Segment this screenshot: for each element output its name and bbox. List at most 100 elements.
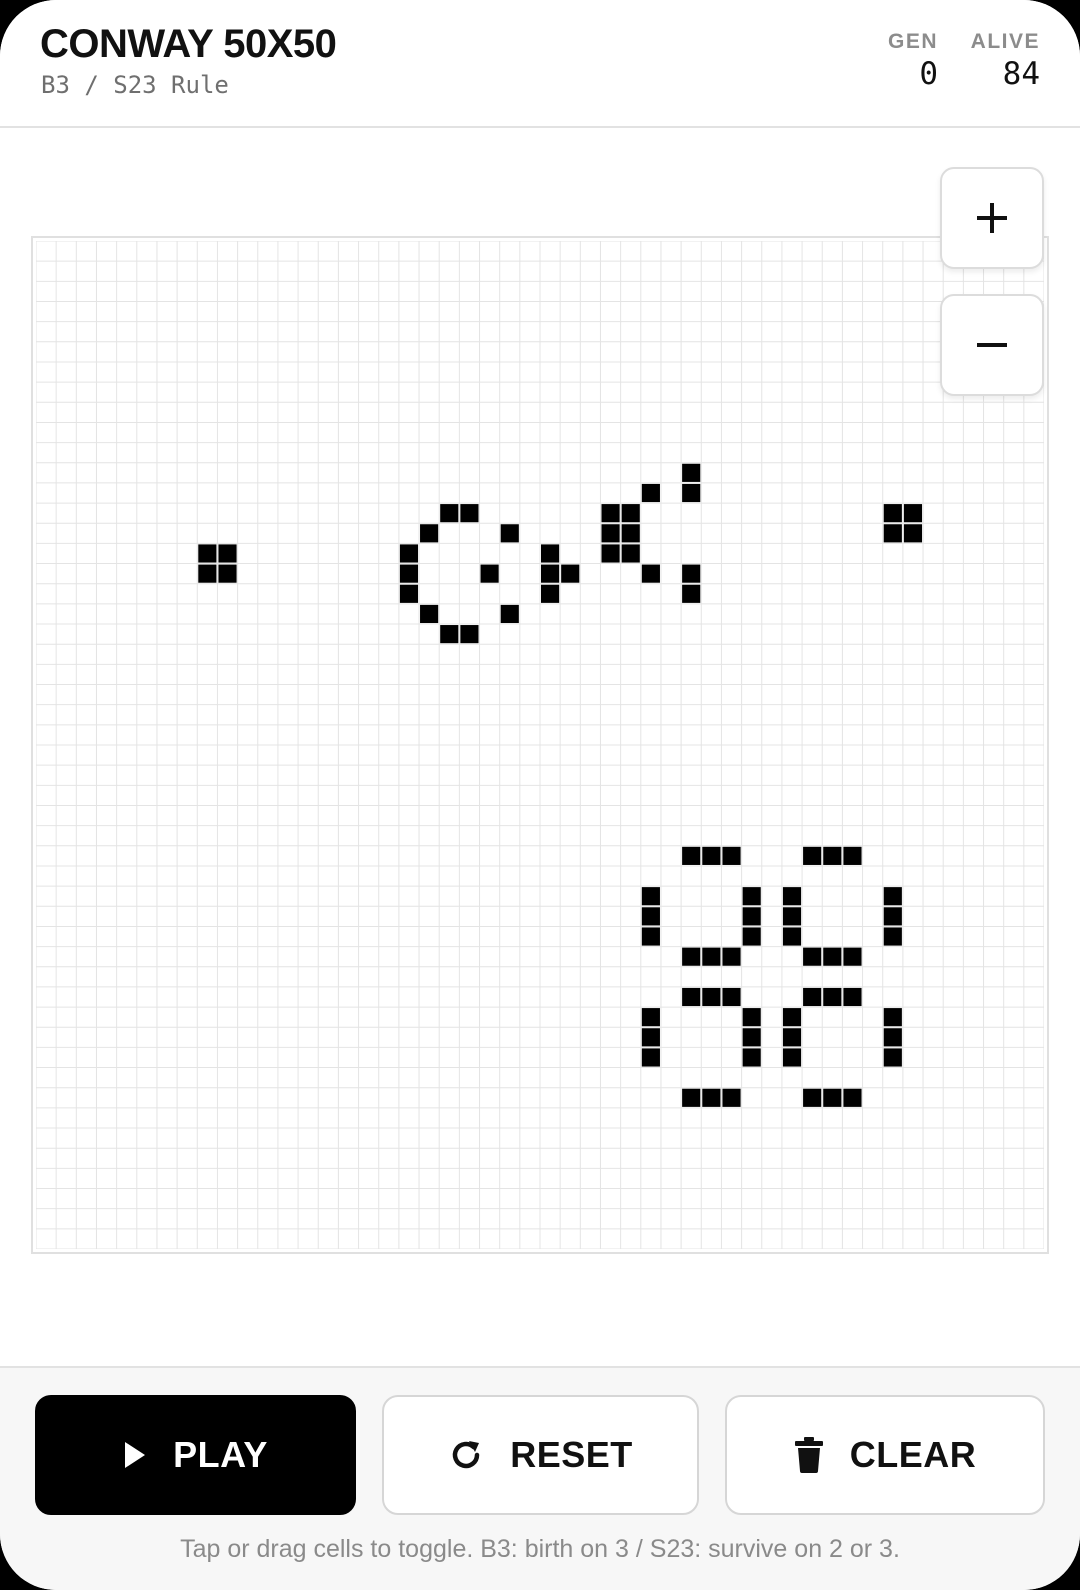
live-cell[interactable] — [722, 947, 741, 966]
live-cell[interactable] — [420, 604, 439, 624]
live-cell[interactable] — [903, 524, 923, 543]
live-cell[interactable] — [843, 846, 862, 865]
live-cell[interactable] — [460, 625, 479, 644]
live-cell[interactable] — [641, 1008, 660, 1027]
live-cell[interactable] — [500, 524, 519, 543]
live-cell[interactable] — [742, 927, 761, 946]
live-cell[interactable] — [621, 544, 640, 563]
live-cell[interactable] — [843, 947, 862, 966]
live-cell[interactable] — [702, 987, 721, 1007]
live-cell[interactable] — [742, 1048, 761, 1067]
live-cell[interactable] — [541, 544, 560, 563]
live-cell[interactable] — [883, 907, 902, 926]
live-cell[interactable] — [621, 504, 640, 523]
live-cell[interactable] — [399, 564, 419, 583]
live-cell[interactable] — [500, 604, 519, 624]
live-cell[interactable] — [440, 625, 459, 644]
live-cell[interactable] — [641, 927, 660, 946]
live-cell[interactable] — [883, 887, 902, 906]
live-cell[interactable] — [742, 1008, 761, 1027]
live-cell[interactable] — [641, 564, 660, 583]
live-cell[interactable] — [420, 524, 439, 543]
live-cell[interactable] — [843, 987, 862, 1007]
live-cell[interactable] — [641, 1028, 660, 1047]
live-cell[interactable] — [782, 887, 802, 906]
live-cell[interactable] — [601, 524, 620, 543]
play-button[interactable]: PLAY — [35, 1395, 356, 1515]
clear-label: CLEAR — [849, 1434, 977, 1475]
live-cell[interactable] — [541, 584, 560, 603]
live-cell[interactable] — [742, 1028, 761, 1047]
generation-label: GEN — [887, 30, 938, 53]
live-cell[interactable] — [440, 504, 459, 523]
zoom-out-button[interactable] — [940, 294, 1044, 396]
live-cell[interactable] — [823, 987, 842, 1007]
live-cell[interactable] — [782, 907, 802, 926]
live-cell[interactable] — [682, 564, 701, 583]
live-cell[interactable] — [682, 846, 701, 865]
live-cell[interactable] — [561, 564, 580, 583]
live-cell[interactable] — [782, 1028, 802, 1047]
live-cell[interactable] — [702, 947, 721, 966]
live-cell[interactable] — [722, 987, 741, 1007]
reset-button[interactable]: RESET — [382, 1395, 699, 1515]
live-cell[interactable] — [641, 1048, 660, 1067]
live-cell[interactable] — [803, 947, 822, 966]
live-cell[interactable] — [803, 987, 822, 1007]
live-cell[interactable] — [198, 544, 217, 563]
live-cell[interactable] — [702, 846, 721, 865]
reset-label: RESET — [510, 1434, 633, 1475]
live-cell[interactable] — [480, 564, 499, 583]
header: CONWAY 50X50 B3 / S23 Rule GEN 0 ALIVE 8… — [0, 0, 1080, 128]
live-cell[interactable] — [823, 846, 842, 865]
live-cell[interactable] — [883, 524, 902, 543]
alive-stat: ALIVE 84 — [971, 30, 1040, 92]
live-cell[interactable] — [823, 1088, 842, 1107]
cell-grid[interactable] — [36, 241, 1044, 1249]
live-cell[interactable] — [621, 524, 640, 543]
live-cell[interactable] — [399, 544, 419, 563]
live-cell[interactable] — [682, 584, 701, 603]
live-cell[interactable] — [782, 1008, 802, 1027]
live-cell[interactable] — [601, 544, 620, 563]
live-cell[interactable] — [641, 483, 660, 503]
live-cell[interactable] — [803, 846, 822, 865]
live-cell[interactable] — [682, 463, 701, 482]
game-board[interactable] — [31, 236, 1049, 1254]
live-cell[interactable] — [823, 947, 842, 966]
live-cell[interactable] — [399, 584, 419, 603]
live-cell[interactable] — [742, 887, 761, 906]
live-cell[interactable] — [883, 927, 902, 946]
live-cell[interactable] — [903, 504, 923, 523]
live-cell[interactable] — [702, 1088, 721, 1107]
live-cell[interactable] — [541, 564, 560, 583]
live-cell[interactable] — [682, 947, 701, 966]
live-cell[interactable] — [782, 1048, 802, 1067]
live-cell[interactable] — [782, 927, 802, 946]
live-cell[interactable] — [883, 1008, 902, 1027]
live-cell[interactable] — [722, 1088, 741, 1107]
live-cell[interactable] — [218, 544, 237, 563]
live-cell[interactable] — [883, 504, 902, 523]
generation-value: 0 — [919, 56, 938, 92]
live-cell[interactable] — [803, 1088, 822, 1107]
live-cell[interactable] — [198, 564, 217, 583]
live-cell[interactable] — [883, 1048, 902, 1067]
live-cell[interactable] — [682, 1088, 701, 1107]
live-cell[interactable] — [843, 1088, 862, 1107]
live-cell[interactable] — [883, 1028, 902, 1047]
zoom-in-button[interactable] — [940, 167, 1044, 269]
refresh-icon — [448, 1437, 484, 1473]
live-cell[interactable] — [460, 504, 479, 523]
live-cell[interactable] — [682, 987, 701, 1007]
generation-stat: GEN 0 — [888, 30, 938, 92]
live-cell[interactable] — [601, 504, 620, 523]
live-cell[interactable] — [742, 907, 761, 926]
clear-button[interactable]: CLEAR — [725, 1395, 1045, 1515]
live-cell[interactable] — [218, 564, 237, 583]
live-cell[interactable] — [682, 483, 701, 503]
live-cell[interactable] — [641, 907, 660, 926]
trash-icon — [794, 1437, 824, 1473]
live-cell[interactable] — [722, 846, 741, 865]
live-cell[interactable] — [641, 887, 660, 906]
